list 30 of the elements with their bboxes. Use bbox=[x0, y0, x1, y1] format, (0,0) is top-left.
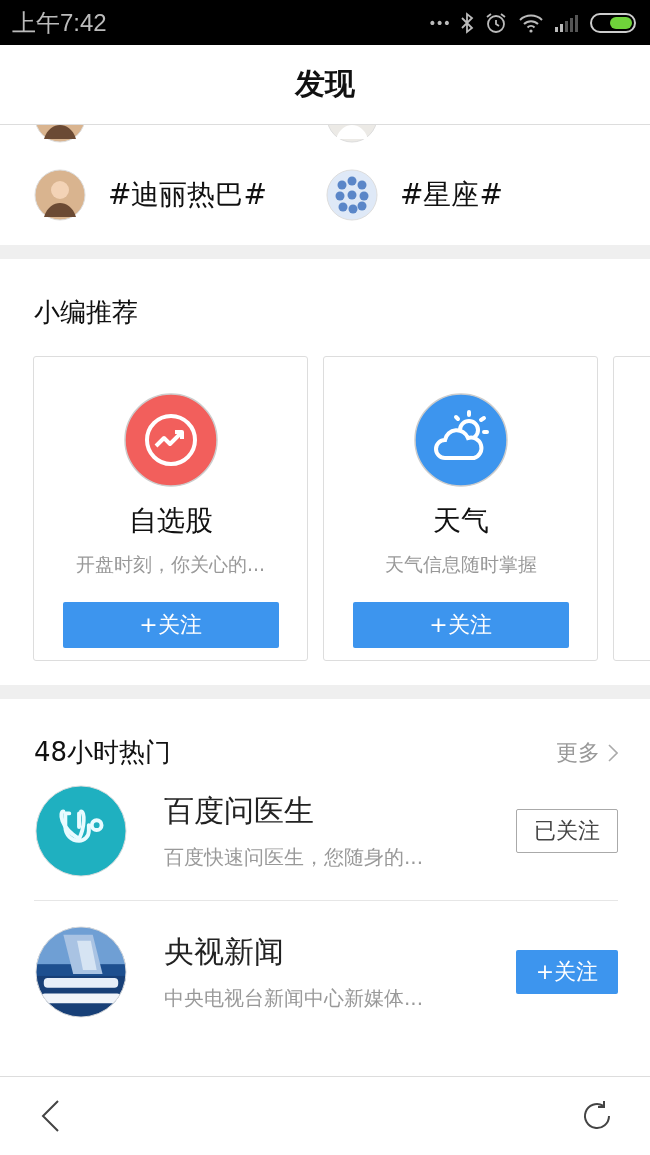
card-description: 天气信息随时掌握 bbox=[384, 552, 537, 577]
avatar-icon bbox=[326, 169, 378, 221]
topic-link[interactable]: #迪丽热巴# bbox=[108, 176, 267, 214]
page-title: 发现 bbox=[295, 65, 355, 103]
battery-icon bbox=[590, 11, 638, 34]
follow-button[interactable]: +关注 bbox=[62, 602, 279, 648]
follow-button[interactable]: +关注 bbox=[352, 602, 569, 648]
signal-icon bbox=[554, 12, 580, 33]
follow-button[interactable]: +关注 bbox=[516, 950, 618, 994]
card-description: 开盘时刻，你关心的... bbox=[75, 552, 266, 577]
stethoscope-icon bbox=[34, 784, 128, 878]
bluetooth-icon bbox=[460, 11, 474, 34]
avatar-icon bbox=[34, 169, 86, 221]
alarm-icon bbox=[484, 10, 508, 35]
item-description: 中央电视台新闻中心新媒体... bbox=[164, 985, 425, 1012]
chevron-right-icon bbox=[608, 743, 618, 762]
card-title: 天气 bbox=[432, 503, 489, 539]
more-link[interactable]: 更多 bbox=[556, 737, 600, 768]
item-title: 央视新闻 bbox=[164, 933, 285, 971]
status-time: 上午7:42 bbox=[12, 7, 107, 38]
section-title: 小编推荐 bbox=[33, 296, 139, 329]
section-title: 48小时热门 bbox=[34, 736, 173, 769]
card-title: 自选股 bbox=[128, 503, 213, 539]
wifi-icon bbox=[518, 12, 544, 33]
item-title: 百度问医生 bbox=[164, 792, 315, 830]
topic-link[interactable]: #星座# bbox=[400, 176, 503, 214]
item-description: 百度快速问医生，您随身的... bbox=[164, 844, 425, 871]
more-dots: ••• bbox=[428, 14, 450, 31]
followed-button[interactable]: 已关注 bbox=[516, 809, 618, 853]
back-icon[interactable] bbox=[40, 1099, 62, 1133]
